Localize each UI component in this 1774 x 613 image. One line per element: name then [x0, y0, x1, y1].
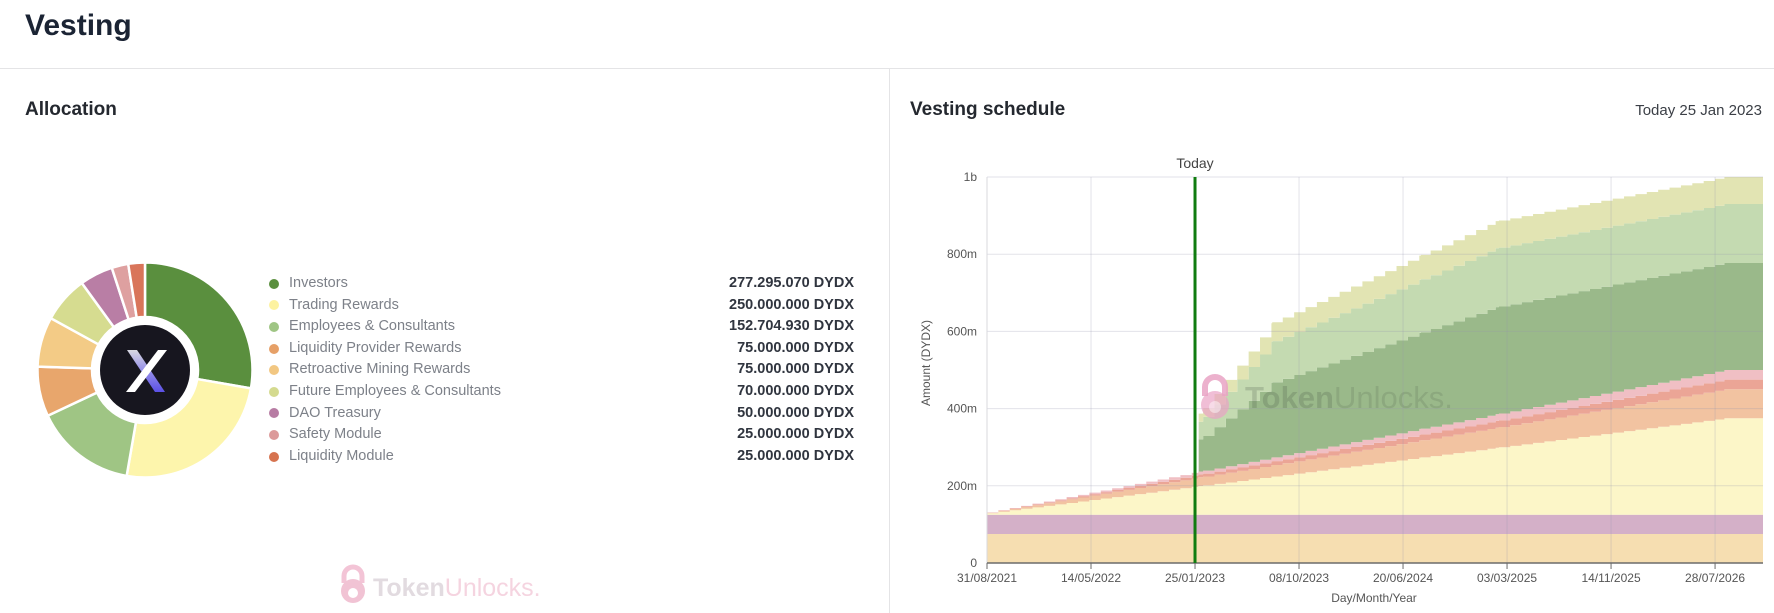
legend-label: Employees & Consultants — [289, 318, 456, 335]
today-marker-label: Today — [1176, 155, 1213, 171]
allocation-donut-chart — [36, 261, 254, 479]
legend-item-investors: Investors 277.295.070 DYDX — [267, 273, 854, 295]
allocation-legend: Investors 277.295.070 DYDX Trading Rewar… — [267, 273, 854, 467]
svg-text:TokenUnlocks.: TokenUnlocks. — [373, 574, 541, 602]
y-tick-label: 1b — [964, 170, 978, 184]
area-dao-treasury — [987, 514, 1763, 535]
dydx-logo-icon — [100, 325, 190, 415]
stacked-areas — [987, 177, 1763, 563]
legend-value: 50.000.000 DYDX — [737, 404, 854, 421]
vesting-schedule-chart: 0 200m 400m 600m 800m 1b 31/08/2021 14/05/2022 2… — [919, 155, 1763, 605]
x-tick-label: 14/05/2022 — [1061, 571, 1121, 585]
x-axis-title: Day/Month/Year — [1331, 591, 1417, 605]
x-tick-label: 14/11/2025 — [1581, 571, 1640, 585]
legend-item-safety-module: Safety Module 25.000.000 DYDX — [267, 424, 854, 446]
allocation-panel: Allocation Investors 277.295.070 DYDX Tr… — [0, 69, 890, 613]
legend-dot-icon — [269, 278, 279, 289]
legend-value: 25.000.000 DYDX — [737, 426, 854, 443]
watermark-brand: Token — [373, 574, 445, 602]
legend-item-liquidity-module: Liquidity Module 25.000.000 DYDX — [267, 446, 854, 468]
x-tick-label: 25/01/2023 — [1165, 571, 1225, 585]
legend-dot-icon — [269, 408, 279, 419]
x-tick-label: 03/03/2025 — [1477, 571, 1537, 585]
legend-value: 152.704.930 DYDX — [729, 318, 854, 335]
legend-label: Investors — [289, 275, 348, 291]
legend-label: DAO Treasury — [289, 404, 381, 421]
y-tick-label: 800m — [947, 247, 977, 261]
lock-icon — [341, 564, 365, 603]
legend-label: Liquidity Provider Rewards — [289, 339, 462, 356]
legend-label: Liquidity Module — [289, 447, 394, 464]
legend-value: 75.000.000 DYDX — [737, 339, 854, 356]
allocation-title: Allocation — [25, 99, 117, 120]
legend-value: 250.000.000 DYDX — [729, 296, 854, 313]
legend-value: 277.295.070 DYDX — [729, 275, 854, 291]
y-axis-title: Amount (DYDX) — [919, 320, 933, 406]
x-tick-label: 31/08/2021 — [957, 571, 1017, 585]
legend-item-retroactive-mining-rewards: Retroactive Mining Rewards 75.000.000 DY… — [267, 359, 854, 381]
tokenunlocks-watermark: TokenUnlocks. — [341, 564, 541, 603]
legend-item-trading-rewards: Trading Rewards 250.000.000 DYDX — [267, 295, 854, 317]
watermark-brand-suffix: Unlocks. — [445, 574, 541, 602]
y-tick-label: 400m — [947, 402, 977, 416]
x-tick-label: 20/06/2024 — [1373, 571, 1433, 585]
area-retroactive-mining-rewards — [987, 534, 1763, 563]
legend-item-dao-treasury: DAO Treasury 50.000.000 DYDX — [267, 403, 854, 425]
x-tick-label: 28/07/2026 — [1685, 571, 1745, 585]
svg-text:TokenUnlocks.: TokenUnlocks. — [1245, 380, 1453, 415]
legend-dot-icon — [269, 300, 279, 311]
legend-value: 25.000.000 DYDX — [737, 447, 854, 464]
legend-dot-icon — [269, 343, 279, 354]
legend-item-future-employees-consultants: Future Employees & Consultants 70.000.00… — [267, 381, 854, 403]
legend-label: Trading Rewards — [289, 296, 399, 313]
y-tick-label: 600m — [947, 324, 977, 338]
lock-icon — [1201, 374, 1229, 419]
x-tick-label: 08/10/2023 — [1269, 571, 1329, 585]
legend-label: Safety Module — [289, 426, 382, 443]
legend-dot-icon — [269, 451, 279, 462]
y-tick-label: 200m — [947, 479, 977, 493]
watermark-brand: Token — [1245, 380, 1334, 415]
legend-dot-icon — [269, 365, 279, 376]
legend-dot-icon — [269, 321, 279, 332]
legend-label: Future Employees & Consultants — [289, 382, 501, 399]
legend-item-employees-consultants: Employees & Consultants 152.704.930 DYDX — [267, 316, 854, 338]
legend-dot-icon — [269, 429, 279, 440]
legend-item-liquidity-provider-rewards: Liquidity Provider Rewards 75.000.000 DY… — [267, 338, 854, 360]
legend-value: 70.000.000 DYDX — [737, 382, 854, 399]
y-tick-label: 0 — [970, 556, 977, 570]
legend-value: 75.000.000 DYDX — [737, 361, 854, 378]
legend-label: Retroactive Mining Rewards — [289, 361, 471, 378]
vesting-schedule-panel: Vesting schedule Today 25 Jan 2023 0 200m… — [890, 69, 1774, 613]
page-title: Vesting — [25, 9, 132, 42]
legend-dot-icon — [269, 386, 279, 397]
watermark-brand-suffix: Unlocks. — [1334, 380, 1453, 415]
